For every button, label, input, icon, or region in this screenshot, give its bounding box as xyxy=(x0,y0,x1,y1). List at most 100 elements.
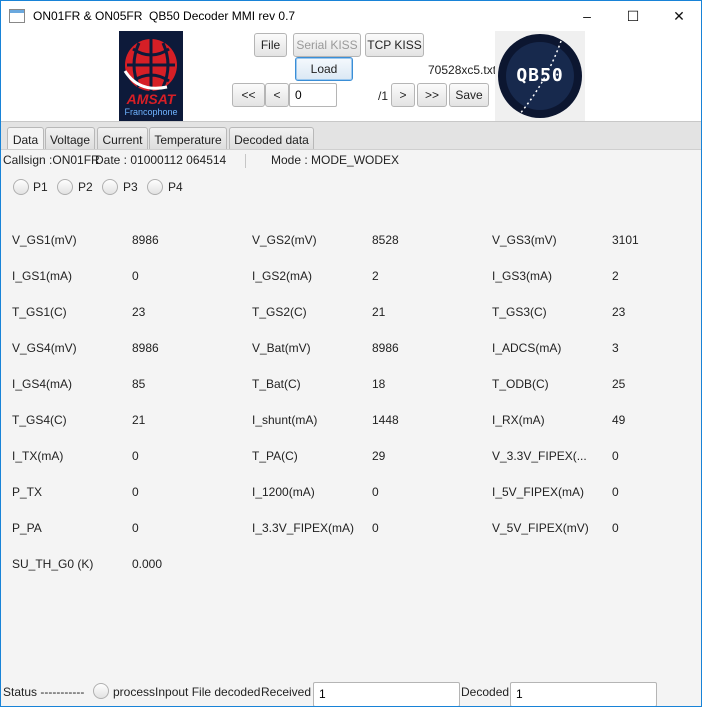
telemetry-label: P_PA xyxy=(12,521,42,535)
filename-label: 70528xc5.txt xyxy=(428,63,497,77)
telemetry-value: 21 xyxy=(132,413,146,427)
telemetry-value: 8528 xyxy=(372,233,399,247)
next-frame-button[interactable]: > xyxy=(391,83,415,107)
telemetry-label: T_GS2(C) xyxy=(252,305,307,319)
telemetry-value: 85 xyxy=(132,377,146,391)
telemetry-label: V_3.3V_FIPEX(... xyxy=(492,449,587,463)
telemetry-value: 2 xyxy=(612,269,619,283)
telemetry-value: 49 xyxy=(612,413,626,427)
telemetry-label: T_GS1(C) xyxy=(12,305,67,319)
telemetry-value: 0 xyxy=(612,449,619,463)
telemetry-value: 0 xyxy=(612,485,619,499)
frame-index-input[interactable]: 0 xyxy=(289,83,337,107)
maximize-button[interactable]: ☐ xyxy=(610,1,656,31)
app-icon xyxy=(9,9,25,23)
telemetry-label: I_3.3V_FIPEX(mA) xyxy=(252,521,355,535)
packet-p2-radio[interactable] xyxy=(57,179,73,195)
minimize-button[interactable]: – xyxy=(564,1,610,31)
telemetry-value: 23 xyxy=(132,305,146,319)
telemetry-label: V_GS3(mV) xyxy=(492,233,557,247)
tab-voltage[interactable]: Voltage xyxy=(45,127,95,151)
tab-current[interactable]: Current xyxy=(97,127,148,151)
decoded-count-field[interactable]: 1 xyxy=(510,682,657,706)
last-frame-button[interactable]: >> xyxy=(417,83,447,107)
telemetry-value: 3 xyxy=(612,341,619,355)
mode-label: Mode : MODE_WODEX xyxy=(271,153,400,167)
title-bar: ON01FR & ON05FR QB50 Decoder MMI rev 0.7… xyxy=(1,1,701,31)
telemetry-value: 8986 xyxy=(372,341,399,355)
telemetry-value: 21 xyxy=(372,305,386,319)
amsat-logo: AMSAT Francophone xyxy=(119,31,183,121)
received-count-field[interactable]: 1 xyxy=(313,682,460,706)
telemetry-label: T_Bat(C) xyxy=(252,377,301,391)
amsat-logo-text: AMSAT xyxy=(126,91,176,107)
data-panel: Callsign :ON01FR Date : 01000112 064514 … xyxy=(1,149,701,679)
tcp-kiss-button[interactable]: TCP KISS xyxy=(365,33,424,57)
save-button[interactable]: Save xyxy=(449,83,489,107)
packet-p2-label: P2 xyxy=(78,180,93,194)
telemetry-label: I_shunt(mA) xyxy=(252,413,318,427)
telemetry-label: I_RX(mA) xyxy=(492,413,545,427)
serial-kiss-button[interactable]: Serial KISS xyxy=(293,33,361,57)
tab-decoded-data[interactable]: Decoded data xyxy=(229,127,314,151)
toolbar-header: AMSAT Francophone File Serial KISS TCP K… xyxy=(1,31,701,121)
decoded-label: Decoded xyxy=(461,685,510,699)
telemetry-label: V_GS2(mV) xyxy=(252,233,317,247)
telemetry-label: I_GS3(mA) xyxy=(492,269,553,283)
status-label: Status ----------- xyxy=(3,685,85,699)
process-indicator-radio[interactable] xyxy=(93,683,109,699)
window-title: ON01FR & ON05FR QB50 Decoder MMI rev 0.7 xyxy=(33,9,296,23)
close-button[interactable]: ✕ xyxy=(656,1,701,31)
telemetry-value: 0 xyxy=(132,449,139,463)
load-button[interactable]: Load xyxy=(295,57,353,81)
telemetry-label: I_GS4(mA) xyxy=(12,377,73,391)
telemetry-label: V_Bat(mV) xyxy=(252,341,311,355)
telemetry-value: 23 xyxy=(612,305,626,319)
date-label: Date : 01000112 064514 xyxy=(95,153,227,167)
telemetry-value: 0 xyxy=(132,521,139,535)
telemetry-value: 8986 xyxy=(132,233,159,247)
telemetry-value: 0 xyxy=(132,269,139,283)
file-button[interactable]: File xyxy=(254,33,287,57)
qb50-logo: QB50 xyxy=(495,31,585,121)
tab-temperature[interactable]: Temperature xyxy=(149,127,227,151)
telemetry-label: I_1200(mA) xyxy=(252,485,315,499)
telemetry-label: V_GS4(mV) xyxy=(12,341,77,355)
packet-p3-radio[interactable] xyxy=(102,179,118,195)
telemetry-value: 3101 xyxy=(612,233,639,247)
telemetry-value: 0 xyxy=(612,521,619,535)
telemetry-label: I_TX(mA) xyxy=(12,449,64,463)
telemetry-label: V_GS1(mV) xyxy=(12,233,77,247)
telemetry-label: I_5V_FIPEX(mA) xyxy=(492,485,585,499)
tab-bar: Data Voltage Current Temperature Decoded… xyxy=(1,121,701,152)
telemetry-label: SU_TH_G0 (K) xyxy=(12,557,94,571)
telemetry-value: 0 xyxy=(132,485,139,499)
packet-p1-label: P1 xyxy=(33,180,48,194)
telemetry-value: 1448 xyxy=(372,413,399,427)
telemetry-label: T_ODB(C) xyxy=(492,377,549,391)
packet-p1-radio[interactable] xyxy=(13,179,29,195)
telemetry-label: I_ADCS(mA) xyxy=(492,341,562,355)
telemetry-label: P_TX xyxy=(12,485,43,499)
telemetry-value: 2 xyxy=(372,269,379,283)
telemetry-value: 25 xyxy=(612,377,626,391)
received-label: Received xyxy=(261,685,312,699)
telemetry-label: T_GS4(C) xyxy=(12,413,67,427)
callsign-label: Callsign :ON01FR xyxy=(3,153,100,167)
info-divider xyxy=(245,154,246,168)
qb50-logo-text: QB50 xyxy=(516,65,564,86)
app-window: ON01FR & ON05FR QB50 Decoder MMI rev 0.7… xyxy=(0,0,702,707)
packet-p4-radio[interactable] xyxy=(147,179,163,195)
telemetry-value: 0 xyxy=(372,521,379,535)
telemetry-value: 29 xyxy=(372,449,386,463)
telemetry-label: T_GS3(C) xyxy=(492,305,547,319)
telemetry-value: 18 xyxy=(372,377,386,391)
packet-p3-label: P3 xyxy=(123,180,138,194)
telemetry-label: I_GS1(mA) xyxy=(12,269,73,283)
process-status-text: processInpout File decoded xyxy=(113,685,261,699)
first-frame-button[interactable]: << xyxy=(232,83,265,107)
telemetry-value: 0 xyxy=(372,485,379,499)
frame-total-label: /1 xyxy=(378,89,389,103)
telemetry-label: T_PA(C) xyxy=(252,449,298,463)
prev-frame-button[interactable]: < xyxy=(265,83,289,107)
